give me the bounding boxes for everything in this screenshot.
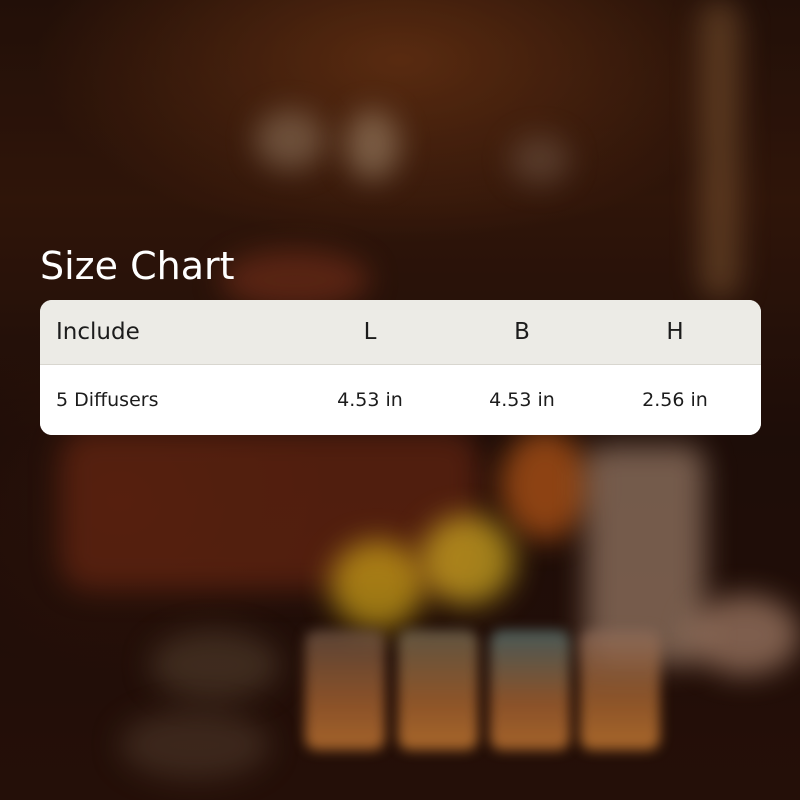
table-header-row: Include L B H (40, 300, 761, 365)
cell-length: 4.53 in (337, 389, 403, 411)
cell-height: 2.56 in (642, 389, 708, 411)
header-height: H (666, 319, 684, 345)
cell-breadth: 4.53 in (489, 389, 555, 411)
table-row: 5 Diffusers 4.53 in 4.53 in 2.56 in (40, 365, 761, 435)
size-table: Include L B H 5 Diffusers 4.53 in 4.53 i… (40, 300, 761, 435)
header-length: L (363, 319, 377, 345)
header-breadth: B (514, 319, 530, 345)
size-chart-title: Size Chart (40, 244, 235, 288)
header-include: Include (56, 319, 140, 345)
cell-include: 5 Diffusers (56, 389, 159, 411)
